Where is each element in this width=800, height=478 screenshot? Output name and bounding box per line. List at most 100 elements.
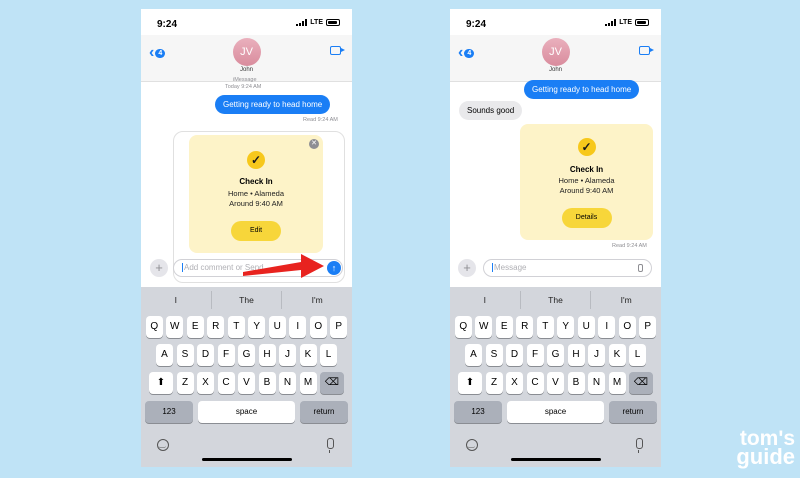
add-attachment-button[interactable]: + bbox=[458, 259, 476, 277]
key-n[interactable]: N bbox=[279, 372, 296, 394]
key-p[interactable]: P bbox=[639, 316, 657, 338]
shift-key[interactable]: ⬆ bbox=[458, 372, 482, 394]
return-key[interactable]: return bbox=[300, 401, 348, 423]
return-key[interactable]: return bbox=[609, 401, 657, 423]
key-i[interactable]: I bbox=[598, 316, 616, 338]
back-button[interactable]: ‹ 4 bbox=[458, 45, 475, 61]
facetime-video-icon[interactable] bbox=[639, 46, 654, 55]
key-o[interactable]: O bbox=[309, 316, 327, 338]
key-j[interactable]: J bbox=[588, 344, 605, 366]
message-input[interactable]: Message bbox=[483, 259, 652, 277]
delete-key[interactable]: ⌫ bbox=[629, 372, 653, 394]
key-h[interactable]: H bbox=[567, 344, 585, 366]
emoji-icon[interactable] bbox=[466, 439, 478, 451]
check-in-card[interactable]: ✓ Check In Home • Alameda Around 9:40 AM… bbox=[520, 124, 653, 240]
numbers-key[interactable]: 123 bbox=[454, 401, 502, 423]
signal-icon bbox=[296, 19, 308, 26]
key-u[interactable]: U bbox=[268, 316, 286, 338]
key-w[interactable]: W bbox=[166, 316, 184, 338]
key-q[interactable]: Q bbox=[145, 316, 163, 338]
key-e[interactable]: E bbox=[186, 316, 204, 338]
key-d[interactable]: D bbox=[506, 344, 523, 366]
key-v[interactable]: V bbox=[238, 372, 255, 394]
suggestion-1[interactable]: I bbox=[450, 291, 521, 309]
dictation-mic-icon[interactable] bbox=[638, 264, 643, 272]
avatar[interactable]: JV bbox=[232, 38, 261, 66]
key-a[interactable]: A bbox=[465, 344, 482, 366]
key-y[interactable]: Y bbox=[557, 316, 575, 338]
key-z[interactable]: Z bbox=[485, 372, 503, 394]
check-in-card[interactable]: ✓ Check In Home • Alameda Around 9:40 AM… bbox=[189, 135, 323, 253]
key-s[interactable]: S bbox=[485, 344, 503, 366]
key-t[interactable]: T bbox=[227, 316, 245, 338]
key-k[interactable]: K bbox=[299, 344, 317, 366]
close-icon[interactable]: ✕ bbox=[309, 139, 319, 149]
key-t[interactable]: T bbox=[536, 316, 554, 338]
key-g[interactable]: G bbox=[547, 344, 564, 366]
key-m[interactable]: M bbox=[608, 372, 626, 394]
sent-message-bubble[interactable]: Getting ready to head home bbox=[524, 80, 640, 99]
key-s[interactable]: S bbox=[176, 344, 194, 366]
emoji-icon[interactable] bbox=[157, 439, 169, 451]
details-button[interactable]: Details bbox=[561, 208, 612, 228]
key-i[interactable]: I bbox=[289, 316, 307, 338]
suggestion-3[interactable]: I'm bbox=[282, 291, 352, 309]
key-w[interactable]: W bbox=[475, 316, 493, 338]
shift-key[interactable]: ⬆ bbox=[149, 372, 173, 394]
check-in-eta: Around 9:40 AM bbox=[559, 186, 614, 195]
dictation-mic-icon[interactable] bbox=[327, 438, 334, 453]
key-p[interactable]: P bbox=[330, 316, 348, 338]
numbers-key[interactable]: 123 bbox=[145, 401, 193, 423]
key-e[interactable]: E bbox=[495, 316, 513, 338]
key-a[interactable]: A bbox=[156, 344, 173, 366]
comment-input[interactable]: Add comment or Send bbox=[173, 259, 343, 277]
contact-name[interactable]: John bbox=[450, 67, 661, 73]
avatar[interactable]: JV bbox=[541, 38, 570, 66]
edit-button[interactable]: Edit bbox=[231, 221, 281, 241]
suggestion-1[interactable]: I bbox=[141, 291, 212, 309]
space-key[interactable]: space bbox=[507, 401, 604, 423]
sent-message-bubble[interactable]: Getting ready to head home bbox=[215, 95, 331, 114]
key-b[interactable]: B bbox=[567, 372, 585, 394]
suggestion-2[interactable]: The bbox=[212, 291, 283, 309]
key-y[interactable]: Y bbox=[248, 316, 266, 338]
facetime-video-icon[interactable] bbox=[330, 46, 345, 55]
key-j[interactable]: J bbox=[279, 344, 296, 366]
key-m[interactable]: M bbox=[299, 372, 317, 394]
key-r[interactable]: R bbox=[516, 316, 534, 338]
key-n[interactable]: N bbox=[588, 372, 605, 394]
add-attachment-button[interactable]: + bbox=[150, 259, 168, 277]
key-l[interactable]: L bbox=[629, 344, 646, 366]
check-in-title: Check In bbox=[569, 165, 604, 174]
received-message-bubble[interactable]: Sounds good bbox=[459, 101, 523, 120]
delete-key[interactable]: ⌫ bbox=[320, 372, 344, 394]
key-g[interactable]: G bbox=[238, 344, 255, 366]
key-c[interactable]: C bbox=[526, 372, 544, 394]
key-c[interactable]: C bbox=[217, 372, 235, 394]
back-button[interactable]: ‹ 4 bbox=[149, 45, 166, 61]
space-key[interactable]: space bbox=[198, 401, 295, 423]
contact-name[interactable]: John bbox=[141, 67, 352, 73]
key-z[interactable]: Z bbox=[176, 372, 194, 394]
key-u[interactable]: U bbox=[577, 316, 595, 338]
comment-placeholder: Add comment or Send bbox=[184, 263, 264, 272]
key-d[interactable]: D bbox=[197, 344, 214, 366]
key-h[interactable]: H bbox=[258, 344, 276, 366]
key-r[interactable]: R bbox=[207, 316, 225, 338]
key-x[interactable]: X bbox=[506, 372, 523, 394]
status-bar: 9:24 LTE bbox=[141, 9, 352, 35]
key-l[interactable]: L bbox=[320, 344, 337, 366]
annotation-arrow bbox=[243, 254, 324, 278]
dictation-mic-icon[interactable] bbox=[636, 438, 643, 453]
key-f[interactable]: F bbox=[217, 344, 235, 366]
send-button[interactable]: ↑ bbox=[327, 261, 341, 275]
suggestion-3[interactable]: I'm bbox=[591, 291, 661, 309]
suggestion-2[interactable]: The bbox=[521, 291, 592, 309]
key-b[interactable]: B bbox=[258, 372, 276, 394]
key-x[interactable]: X bbox=[197, 372, 214, 394]
key-o[interactable]: O bbox=[618, 316, 636, 338]
key-k[interactable]: K bbox=[608, 344, 626, 366]
key-v[interactable]: V bbox=[547, 372, 564, 394]
key-q[interactable]: Q bbox=[454, 316, 472, 338]
key-f[interactable]: F bbox=[526, 344, 544, 366]
